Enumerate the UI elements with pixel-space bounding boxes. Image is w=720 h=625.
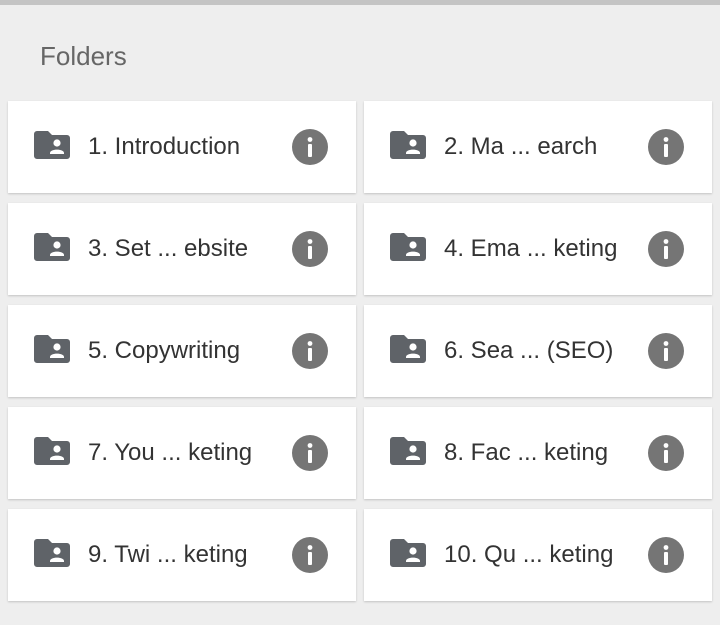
info-icon[interactable] <box>292 333 328 369</box>
info-icon[interactable] <box>648 231 684 267</box>
folder-label: 3. Set ... ebsite <box>88 235 249 262</box>
folder-shared-icon <box>34 131 70 159</box>
folder-label: 4. Ema ... keting <box>444 235 618 262</box>
folder-card-6[interactable]: 6. Sea ... (SEO) <box>364 305 712 397</box>
folder-grid: 1. Introduction 2. Ma ... earch 3. Set .… <box>8 101 712 601</box>
info-icon[interactable] <box>648 435 684 471</box>
info-icon[interactable] <box>292 231 328 267</box>
folder-card-3[interactable]: 3. Set ... ebsite <box>8 203 356 295</box>
folder-card-7[interactable]: 7. You ... keting <box>8 407 356 499</box>
folder-label: 1. Introduction <box>88 133 241 160</box>
folder-card-9[interactable]: 9. Twi ... keting <box>8 509 356 601</box>
folder-shared-icon <box>390 131 426 159</box>
folder-shared-icon <box>390 233 426 261</box>
folder-shared-icon <box>34 437 70 465</box>
top-divider <box>0 0 720 5</box>
folder-shared-icon <box>390 437 426 465</box>
info-icon[interactable] <box>648 333 684 369</box>
folder-label: 7. You ... keting <box>88 439 253 466</box>
folder-shared-icon <box>390 539 426 567</box>
folder-shared-icon <box>34 335 70 363</box>
info-icon[interactable] <box>648 129 684 165</box>
folder-shared-icon <box>34 539 70 567</box>
folder-shared-icon <box>390 335 426 363</box>
info-icon[interactable] <box>292 129 328 165</box>
folder-card-10[interactable]: 10. Qu ... keting <box>364 509 712 601</box>
info-icon[interactable] <box>648 537 684 573</box>
folder-label: 6. Sea ... (SEO) <box>444 337 614 364</box>
folder-label: 5. Copywriting <box>88 337 241 364</box>
folder-label: 9. Twi ... keting <box>88 541 248 568</box>
folder-card-4[interactable]: 4. Ema ... keting <box>364 203 712 295</box>
info-icon[interactable] <box>292 435 328 471</box>
info-icon[interactable] <box>292 537 328 573</box>
folder-card-1[interactable]: 1. Introduction <box>8 101 356 193</box>
folder-card-8[interactable]: 8. Fac ... keting <box>364 407 712 499</box>
folder-label: 10. Qu ... keting <box>444 541 614 568</box>
section-title: Folders <box>40 41 127 71</box>
folder-card-5[interactable]: 5. Copywriting <box>8 305 356 397</box>
folder-label: 2. Ma ... earch <box>444 133 598 160</box>
folder-label: 8. Fac ... keting <box>444 439 609 466</box>
folder-card-2[interactable]: 2. Ma ... earch <box>364 101 712 193</box>
folder-shared-icon <box>34 233 70 261</box>
